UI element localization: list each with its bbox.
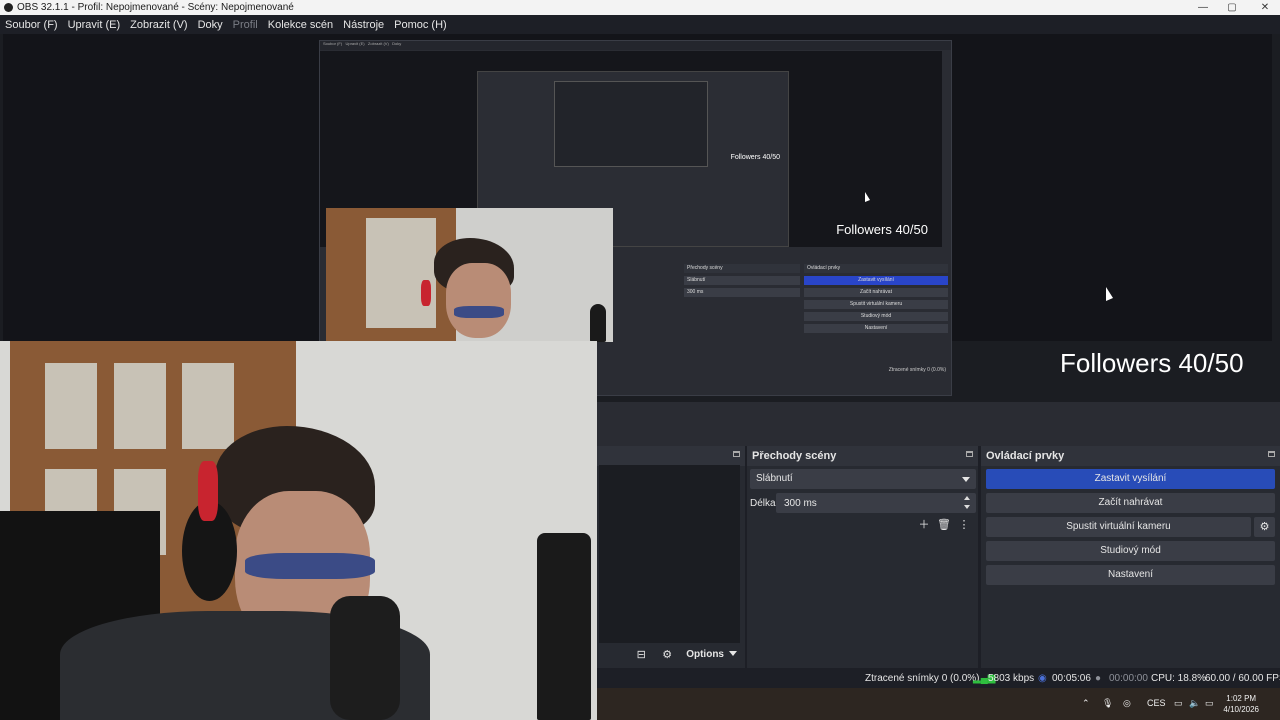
nested-controls-dock: Ovládací prvky Zastavit vysílání Začít n…	[804, 264, 948, 374]
controls-title: Ovládací prvky	[986, 450, 1065, 462]
transition-select[interactable]: Slábnutí	[750, 469, 976, 489]
nested-transition-select: Slábnutí	[684, 276, 800, 285]
menu-docks[interactable]: Doky	[198, 19, 223, 31]
nested-mouse-cursor-icon	[865, 192, 870, 202]
window-title: OBS 32.1.1 - Profil: Nepojmenované - Scé…	[17, 2, 294, 13]
stream-icon: ◉	[1038, 673, 1047, 684]
record-icon: ●	[1095, 673, 1102, 684]
microphone-icon[interactable]: 🎙	[1102, 698, 1113, 709]
clock-time: 1:02 PM	[1226, 694, 1257, 703]
transition-tools: ＋ 🗑 ⋮	[917, 517, 971, 532]
virtual-camera-settings-gear-icon[interactable]: ⚙	[1254, 517, 1275, 537]
sources-toolbar: ⊟ ⚙ Options	[597, 643, 745, 665]
dock-toolbar-area	[597, 402, 1280, 446]
studio-mode-button[interactable]: Studiový mód	[986, 541, 1275, 561]
cpu-usage: CPU: 18.8%	[1151, 673, 1207, 684]
volume-icon[interactable]: 🔈	[1189, 698, 1200, 709]
window-title-bar: OBS 32.1.1 - Profil: Nepojmenované - Scé…	[0, 0, 1280, 15]
minimize-button[interactable]: —	[1188, 0, 1218, 15]
sources-dock: ⊟ ⚙ Options	[597, 446, 745, 668]
menu-scene-collection[interactable]: Kolekce scén	[268, 19, 333, 31]
bitrate: 5803 kbps	[988, 673, 1035, 684]
add-icon[interactable]: ＋	[917, 517, 931, 531]
transition-value: Slábnutí	[756, 473, 793, 484]
dock-float-icon[interactable]	[733, 451, 740, 457]
stop-stream-button[interactable]: Zastavit vysílání	[986, 469, 1275, 489]
language-indicator[interactable]: CES	[1147, 698, 1166, 708]
nested-followers-text: Followers 40/50	[836, 222, 928, 237]
spin-down-icon[interactable]	[964, 505, 970, 509]
menu-tools[interactable]: Nástroje	[343, 19, 384, 31]
chevron-up-icon[interactable]: ⌃	[1082, 698, 1090, 709]
battery-icon[interactable]: ▭	[1205, 698, 1214, 709]
close-button[interactable]: ✕	[1250, 0, 1280, 15]
maximize-button[interactable]: ▢	[1217, 0, 1247, 15]
stream-time: 00:05:06	[1052, 673, 1091, 684]
dropped-frames: Ztracené snímky 0 (0.0%)	[865, 673, 980, 684]
clock-date: 4/10/2026	[1223, 705, 1259, 714]
followers-overlay-text: Followers 40/50	[1060, 348, 1244, 378]
obs-app-icon	[4, 3, 13, 12]
spin-up-icon[interactable]	[964, 496, 970, 500]
menu-help[interactable]: Pomoc (H)	[394, 19, 447, 31]
webcam-frame	[0, 341, 597, 720]
dock-float-icon[interactable]	[1268, 451, 1275, 457]
duration-spinbox[interactable]: 300 ms	[776, 493, 976, 513]
nested-status-bar: Ztracené snímky 0 (0.0%)	[610, 367, 946, 379]
nested-menu-bar: Soubor (F) Upravit (E) Zobrazit (V) Doky	[320, 41, 951, 50]
nested-studio-mode: Studiový mód	[804, 312, 948, 321]
fps: 60.00 / 60.00 FPS	[1205, 673, 1280, 684]
nested-followers-small-text: Followers 40/50	[730, 154, 780, 161]
display-icon[interactable]: ▭	[1174, 698, 1183, 709]
sources-list[interactable]	[599, 465, 740, 643]
nested-transitions-dock: Přechody scény Slábnutí 300 ms	[684, 264, 800, 374]
more-icon[interactable]: ⋮	[957, 517, 971, 531]
mouse-cursor-icon	[1106, 287, 1113, 301]
source-properties-icon[interactable]: ⚙	[660, 647, 674, 661]
settings-button[interactable]: Nastavení	[986, 565, 1275, 585]
filter-icon[interactable]: ⊟	[634, 647, 648, 661]
options-dropdown[interactable]: Options	[686, 649, 737, 660]
sources-dock-header	[597, 446, 745, 466]
webcam-frame-nested	[326, 208, 613, 342]
menu-bar: Soubor (F) Upravit (E) Zobrazit (V) Doky…	[0, 15, 1280, 34]
nested-controls-title: Ovládací prvky	[804, 264, 948, 273]
nested-stop-stream: Zastavit vysílání	[804, 276, 948, 285]
start-recording-button[interactable]: Začít nahrávat	[986, 493, 1275, 513]
nested-duration: 300 ms	[684, 288, 800, 297]
chevron-down-icon	[962, 477, 970, 482]
transitions-title: Přechody scény	[752, 450, 837, 462]
nested-virtual-camera: Spustit virtuální kameru	[804, 300, 948, 309]
network-icon[interactable]: ◎	[1123, 698, 1131, 709]
menu-profile[interactable]: Profil	[233, 19, 258, 31]
transitions-dock-header: Přechody scény	[747, 446, 978, 466]
record-time: 00:00:00	[1109, 673, 1148, 684]
nested-transitions-title: Přechody scény	[684, 264, 800, 273]
controls-dock-header: Ovládací prvky	[981, 446, 1280, 466]
menu-view[interactable]: Zobrazit (V)	[130, 19, 187, 31]
start-virtual-camera-button[interactable]: Spustit virtuální kameru	[986, 517, 1251, 537]
nested-start-recording: Začít nahrávat	[804, 288, 948, 297]
menu-file[interactable]: Soubor (F)	[5, 19, 58, 31]
taskbar-clock[interactable]: 1:02 PM 4/10/2026	[1223, 693, 1259, 715]
menu-edit[interactable]: Upravit (E)	[68, 19, 121, 31]
dock-float-icon[interactable]	[966, 451, 973, 457]
nested-obs-capture-3	[554, 81, 708, 167]
windows-taskbar: ⌃ 🎙 ◎ CES ▭ 🔈 ▭ 1:02 PM 4/10/2026	[597, 688, 1280, 720]
status-bar: Ztracené snímky 0 (0.0%) ▂▄▆ 5803 kbps ◉…	[597, 668, 1280, 688]
trash-icon[interactable]: 🗑	[937, 517, 951, 531]
duration-label: Délka	[750, 498, 776, 509]
nested-dropped-frames: Ztracené snímky 0 (0.0%)	[888, 367, 946, 373]
nested-settings: Nastavení	[804, 324, 948, 333]
duration-value: 300 ms	[784, 498, 817, 509]
